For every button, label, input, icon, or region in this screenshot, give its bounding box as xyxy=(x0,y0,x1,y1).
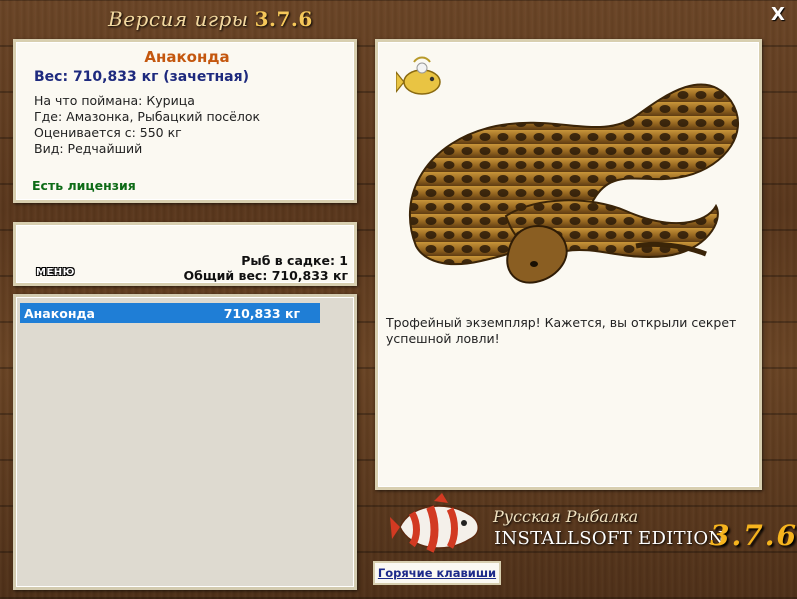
anaconda-image xyxy=(386,46,750,300)
total-weight: Общий вес: 710,833 кг xyxy=(183,268,349,283)
window-version: 3.7.6 xyxy=(254,7,313,31)
catch-item-weight: 710,833 кг xyxy=(223,305,300,321)
trophy-panel: Трофейный экземпляр! Кажется, вы открыли… xyxy=(375,39,762,490)
menu-button[interactable]: МЕНЮ xyxy=(36,267,75,278)
trophy-message: Трофейный экземпляр! Кажется, вы открыли… xyxy=(386,315,737,346)
keep-net-stats: Рыб в садке: 1 Общий вес: 710,833 кг xyxy=(184,253,349,283)
license-status: Есть лицензия xyxy=(32,178,136,193)
logo-edition: INSTALLSOFT EDITION xyxy=(494,528,725,549)
fish-bait: На что поймана: Курица xyxy=(34,93,195,108)
fish-weight: Вес: 710,833 кг (зачетная) xyxy=(34,69,249,85)
fish-rated-from: Оценивается с: 550 кг xyxy=(34,125,182,140)
logo-subtitle: Русская Рыбалка xyxy=(493,507,639,526)
hotkeys-button[interactable]: Горячие клавиши xyxy=(373,561,501,585)
trophy-fish-icon xyxy=(395,54,448,102)
fish-location: Где: Амазонка, Рыбацкий посёлок xyxy=(34,109,261,124)
game-logo: Русская Рыбалка INSTALLSOFT EDITION 3.7.… xyxy=(390,493,796,561)
fish-info-panel: Анаконда Вес: 710,833 кг (зачетная) На ч… xyxy=(13,39,357,203)
close-button[interactable]: X xyxy=(769,6,787,24)
window-title: Версия игры 3.7.6 xyxy=(108,7,313,35)
catch-item-name: Анаконда xyxy=(24,305,95,321)
fish-count: Рыб в садке: 1 xyxy=(241,253,348,268)
window-title-text: Версия игры xyxy=(108,7,249,31)
logo-fish-icon xyxy=(390,493,479,553)
fish-name: Анаконда xyxy=(144,48,230,66)
catch-list-item[interactable]: Анаконда 710,833 кг xyxy=(20,303,320,323)
logo-version: 3.7.6 xyxy=(710,519,797,552)
fish-rarity: Вид: Редчайший xyxy=(34,141,143,156)
keep-net-summary: МЕНЮ Рыб в садке: 1 Общий вес: 710,833 к… xyxy=(13,222,357,286)
catch-list: Анаконда 710,833 кг xyxy=(13,294,357,590)
